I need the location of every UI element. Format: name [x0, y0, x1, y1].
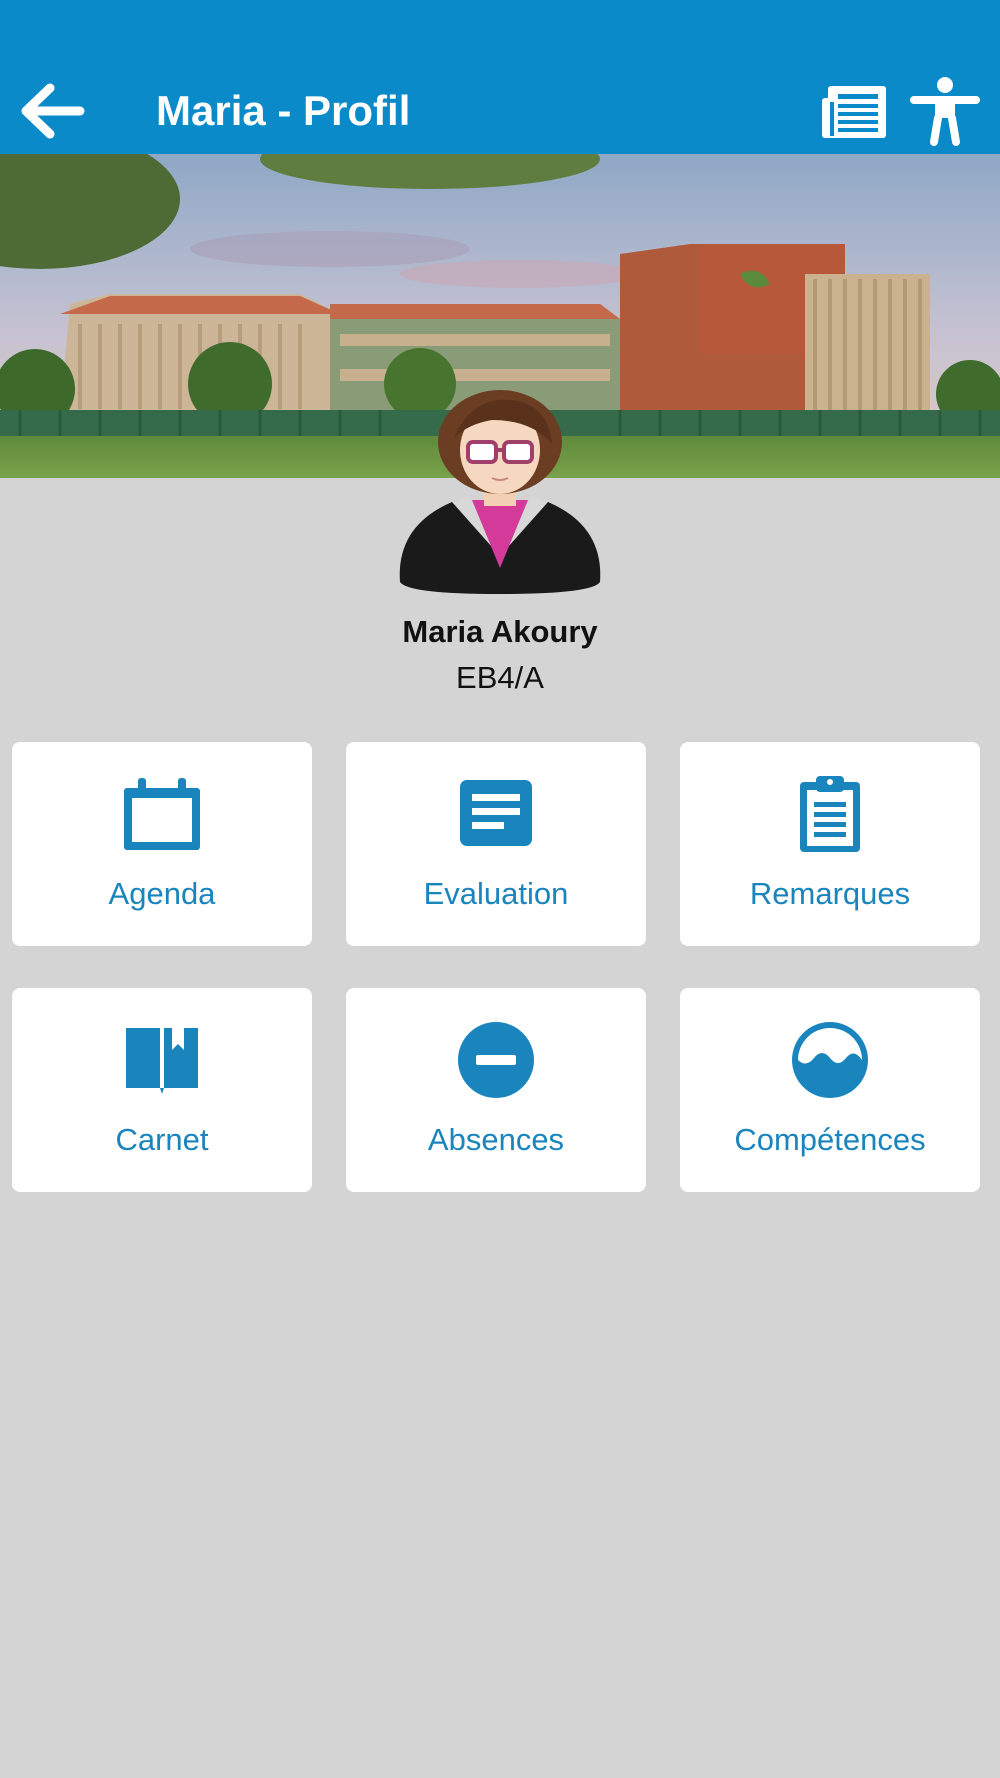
- remarques-tile[interactable]: Remarques: [680, 742, 980, 946]
- page-title: Maria - Profil: [156, 87, 411, 134]
- absences-tile[interactable]: Absences: [346, 988, 646, 1192]
- evaluation-label: Evaluation: [423, 876, 569, 911]
- evaluation-tile[interactable]: Evaluation: [346, 742, 646, 946]
- minus-circle-icon: [458, 1022, 534, 1098]
- carnet-tile[interactable]: Carnet: [12, 988, 312, 1192]
- news-button[interactable]: [820, 82, 890, 142]
- arrow-left-icon: [21, 83, 85, 139]
- agenda-tile[interactable]: Agenda: [12, 742, 312, 946]
- app-bar: Maria - Profil: [0, 0, 1000, 154]
- clipboard-icon: [800, 776, 860, 852]
- competences-tile[interactable]: Compétences: [680, 988, 980, 1192]
- accessibility-icon: [910, 77, 980, 146]
- newspaper-icon: [822, 86, 886, 138]
- student-avatar: [392, 386, 608, 596]
- calendar-icon: [124, 778, 200, 850]
- student-name: Maria Akoury: [402, 614, 598, 649]
- back-button[interactable]: [18, 82, 88, 140]
- absences-label: Absences: [427, 1122, 565, 1157]
- book-icon: [126, 1028, 198, 1094]
- note-icon: [460, 780, 532, 846]
- carnet-label: Carnet: [115, 1122, 209, 1157]
- competences-label: Compétences: [734, 1122, 926, 1157]
- remarques-label: Remarques: [749, 876, 911, 911]
- accessibility-button[interactable]: [910, 76, 980, 146]
- student-class: EB4/A: [456, 660, 544, 695]
- agenda-label: Agenda: [108, 876, 216, 911]
- waves-circle-icon: [792, 1022, 868, 1098]
